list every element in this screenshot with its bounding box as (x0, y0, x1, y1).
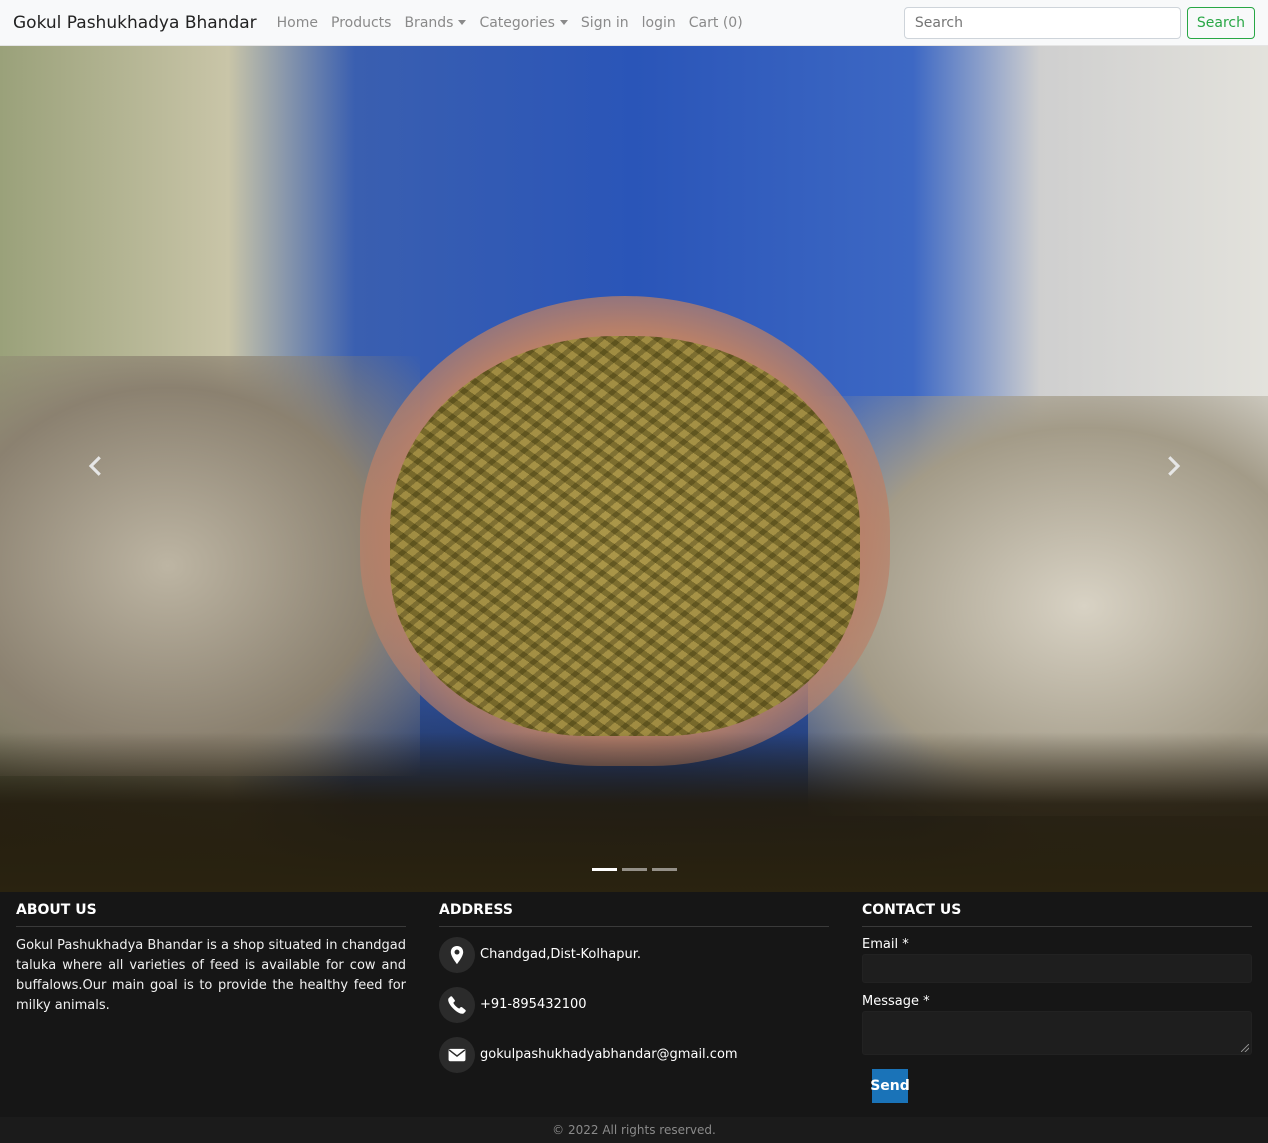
carousel-indicator-2[interactable] (622, 868, 647, 871)
about-text: Gokul Pashukhadya Bhandar is a shop situ… (16, 938, 406, 1013)
nav-login[interactable]: login (642, 15, 676, 31)
brand-logo[interactable]: Gokul Pashukhadya Bhandar (13, 13, 257, 33)
search-form: Search (903, 7, 1255, 39)
email-label: Email * (862, 937, 909, 952)
contact-column: CONTACT US Email * Message * Send (862, 892, 1252, 1103)
search-input[interactable] (903, 7, 1181, 39)
nav-home[interactable]: Home (277, 15, 318, 31)
carousel-indicator-1[interactable] (592, 868, 617, 871)
copyright-text: © 2022 All rights reserved. (552, 1123, 716, 1137)
carousel-indicators (592, 868, 682, 871)
nav-brands-dropdown[interactable]: Brands (404, 14, 467, 31)
nav-sign-in[interactable]: Sign in (581, 15, 629, 31)
nav-categories-label: Categories (479, 14, 555, 31)
navbar: Gokul Pashukhadya Bhandar Home Products … (0, 0, 1268, 46)
caret-down-icon (458, 20, 467, 25)
phone-text[interactable]: +91-895432100 (480, 997, 587, 1012)
address-heading: ADDRESS (439, 892, 829, 927)
carousel-prev-button[interactable] (86, 456, 106, 476)
info-section: ABOUT US Gokul Pashukhadya Bhandar is a … (0, 892, 1268, 1117)
address-location: Chandgad,Dist-Kolhapur. (439, 936, 829, 973)
nav-brands-label: Brands (404, 14, 454, 31)
contact-heading: CONTACT US (862, 892, 1252, 927)
about-column: ABOUT US Gokul Pashukhadya Bhandar is a … (16, 892, 406, 1016)
copyright-bar: © 2022 All rights reserved. (0, 1117, 1268, 1143)
pellet-feed-image (390, 336, 860, 736)
carousel-next-button[interactable] (1163, 456, 1183, 476)
nav-links: Home Products Brands Categories Sign in … (277, 15, 756, 31)
carousel-indicator-3[interactable] (652, 868, 677, 871)
hero-carousel (0, 46, 1268, 892)
nav-categories-dropdown[interactable]: Categories (479, 14, 568, 31)
message-label: Message * (862, 994, 930, 1009)
send-button[interactable]: Send (870, 1069, 910, 1103)
phone-icon (439, 986, 475, 1023)
nav-cart[interactable]: Cart (0) (689, 15, 743, 31)
address-email: gokulpashukhadyabhandar@gmail.com (439, 1036, 829, 1073)
resize-grip-icon[interactable] (1241, 1044, 1249, 1052)
chevron-right-icon (1168, 456, 1181, 476)
message-textarea[interactable] (862, 1011, 1252, 1055)
search-button[interactable]: Search (1186, 7, 1255, 39)
caret-down-icon (559, 20, 568, 25)
nav-products[interactable]: Products (331, 15, 391, 31)
email-field[interactable] (862, 954, 1252, 983)
address-column: ADDRESS Chandgad,Dist-Kolhapur. +91-8954… (439, 892, 829, 1073)
envelope-icon (439, 1036, 475, 1073)
feed-bag-left (0, 356, 420, 776)
location-text: Chandgad,Dist-Kolhapur. (480, 947, 641, 962)
chevron-left-icon (88, 456, 101, 476)
map-marker-icon (439, 936, 475, 973)
email-text[interactable]: gokulpashukhadyabhandar@gmail.com (480, 1047, 738, 1062)
about-heading: ABOUT US (16, 892, 406, 927)
address-phone: +91-895432100 (439, 986, 829, 1023)
